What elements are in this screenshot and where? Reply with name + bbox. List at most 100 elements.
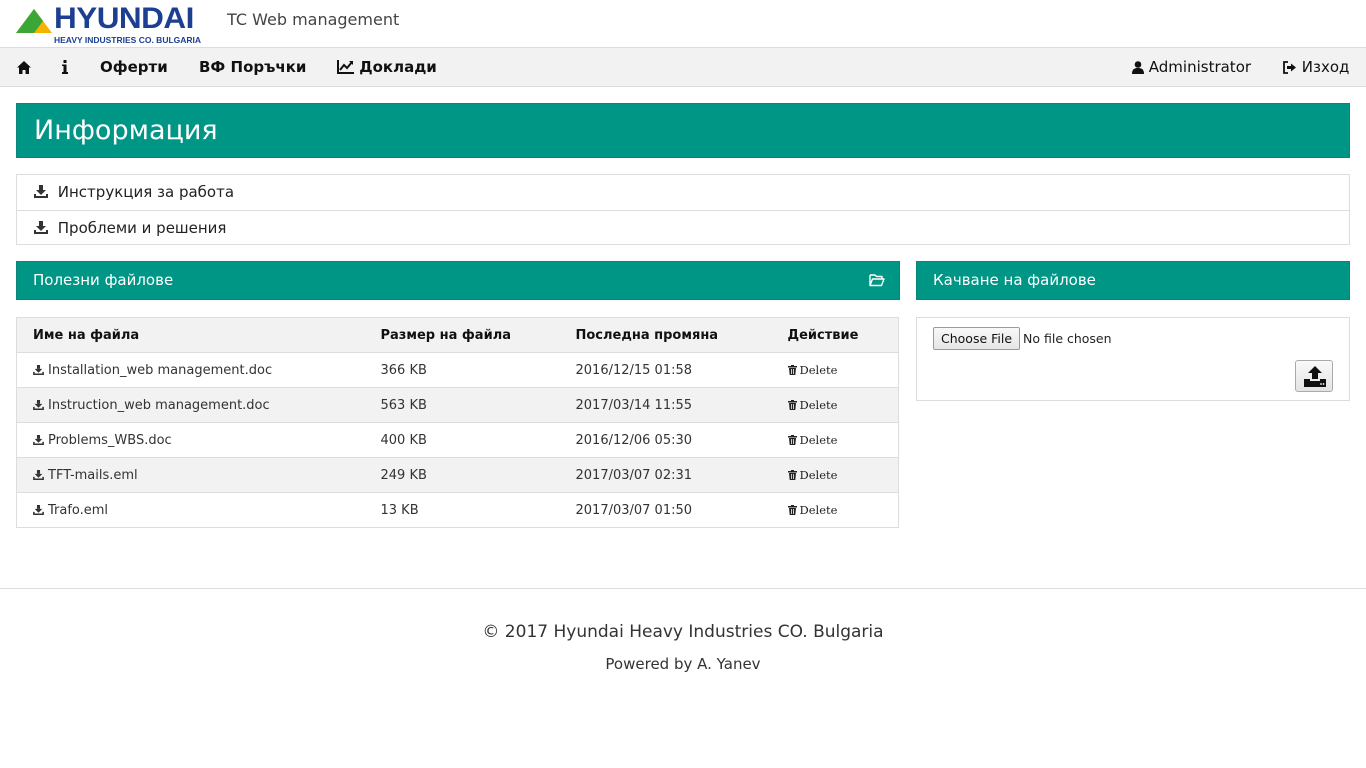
files-table: Име на файла Размер на файла Последна пр… <box>16 317 899 528</box>
upload-panel-title: Качване на файлове <box>933 271 1096 289</box>
file-download-link[interactable]: Instruction_web management.doc <box>33 398 270 413</box>
line-chart-icon <box>337 60 354 74</box>
file-size: 366 KB <box>364 352 560 388</box>
file-name-cell[interactable]: Trafo.eml <box>16 492 365 528</box>
nav-reports[interactable]: Доклади <box>337 48 437 86</box>
download-icon <box>33 399 44 410</box>
file-modified: 2017/03/07 02:31 <box>559 457 772 493</box>
file-status: No file chosen <box>1023 331 1112 346</box>
main-navbar: Оферти ВФ Поръчки Доклади Administrator … <box>0 47 1366 87</box>
delete-button[interactable]: Delete <box>787 467 838 482</box>
file-name-cell[interactable]: TFT-mails.eml <box>16 457 365 493</box>
file-action-cell: Delete <box>771 352 899 388</box>
nav-reports-label: Доклади <box>359 58 437 76</box>
upload-panel-header: Качване на файлове <box>916 261 1350 300</box>
column-header-size[interactable]: Размер на файла <box>364 317 560 353</box>
table-row: TFT-mails.eml 249 KB 2017/03/07 02:31 De… <box>16 457 899 493</box>
nav-user[interactable]: Administrator <box>1132 48 1251 86</box>
page-title: Информация <box>34 115 218 146</box>
footer-divider <box>0 588 1366 589</box>
file-download-link[interactable]: Installation_web management.doc <box>33 363 272 378</box>
nav-user-label: Administrator <box>1148 58 1252 76</box>
upload-icon <box>1304 366 1326 387</box>
delete-button[interactable]: Delete <box>787 503 837 517</box>
table-row: Problems_WBS.doc 400 KB 2016/12/06 05:30… <box>16 422 899 458</box>
trash-icon <box>787 469 797 480</box>
logo-wordmark: HYUNDAI <box>54 2 194 35</box>
file-size: 400 KB <box>364 422 560 458</box>
trash-icon <box>787 399 797 410</box>
file-download-link[interactable]: Problems_WBS.doc <box>33 433 172 448</box>
trash-icon <box>787 504 797 515</box>
file-modified: 2017/03/14 11:55 <box>559 387 772 423</box>
doc-item-label: Проблеми и решения <box>57 219 227 237</box>
trash-icon <box>787 364 797 375</box>
table-row: Instruction_web management.doc 563 KB 20… <box>16 387 899 423</box>
download-icon <box>33 469 44 480</box>
file-name: Trafo.eml <box>48 502 109 518</box>
file-name: Problems_WBS.doc <box>48 432 172 448</box>
nav-orders[interactable]: ВФ Поръчки <box>199 48 306 86</box>
table-header-row: Име на файла Размер на файла Последна пр… <box>16 317 899 353</box>
nav-logout-label: Изход <box>1301 58 1350 76</box>
doc-item-instructions[interactable]: Инструкция за работа <box>17 175 1349 210</box>
choose-file-button[interactable]: Choose File <box>933 327 1021 350</box>
upload-panel-body: Choose File No file chosen <box>916 317 1350 401</box>
download-icon <box>34 185 48 198</box>
delete-button[interactable]: Delete <box>787 362 838 377</box>
app-header: HYUNDAI HEAVY INDUSTRIES CO. BULGARIA TC… <box>0 0 1366 47</box>
files-panel-title: Полезни файлове <box>33 271 174 289</box>
download-icon <box>33 504 44 515</box>
file-action-cell: Delete <box>771 387 899 423</box>
footer-powered-by: Powered by A. Yanev <box>605 655 761 673</box>
nav-logout[interactable]: Изход <box>1283 48 1349 86</box>
folder-open-icon[interactable] <box>869 273 885 287</box>
file-size: 563 KB <box>364 387 560 423</box>
nav-offers[interactable]: Оферти <box>100 48 168 86</box>
delete-label: Delete <box>799 467 838 482</box>
logo-triangle-icon <box>16 9 52 33</box>
column-header-action: Действие <box>771 317 899 353</box>
table-row: Installation_web management.doc 366 KB 2… <box>16 352 899 388</box>
file-download-link[interactable]: TFT-mails.eml <box>33 468 138 483</box>
file-modified: 2016/12/06 05:30 <box>559 422 772 458</box>
nav-info[interactable] <box>62 48 68 86</box>
delete-label: Delete <box>799 397 838 412</box>
file-size: 249 KB <box>364 457 560 493</box>
file-action-cell: Delete <box>771 492 899 528</box>
delete-button[interactable]: Delete <box>787 397 838 412</box>
doc-item-label: Инструкция за работа <box>57 183 235 201</box>
file-name-cell[interactable]: Installation_web management.doc <box>16 352 365 388</box>
table-row: Trafo.eml 13 KB 2017/03/07 01:50 Delete <box>16 492 899 528</box>
file-size: 13 KB <box>364 492 560 528</box>
documents-list: Инструкция за работа Проблеми и решения <box>16 174 1350 245</box>
column-header-name[interactable]: Име на файла <box>16 317 365 353</box>
hyundai-logo[interactable]: HYUNDAI HEAVY INDUSTRIES CO. BULGARIA <box>16 2 212 45</box>
download-icon <box>33 364 44 375</box>
app-title: TC Web management <box>227 10 400 29</box>
file-name-cell[interactable]: Problems_WBS.doc <box>16 422 365 458</box>
download-icon <box>34 221 48 234</box>
nav-home[interactable] <box>17 48 31 86</box>
sign-out-icon <box>1283 61 1296 74</box>
logo-subtitle: HEAVY INDUSTRIES CO. BULGARIA <box>54 35 202 45</box>
home-icon <box>17 61 31 74</box>
upload-button[interactable] <box>1295 360 1333 392</box>
file-action-cell: Delete <box>771 457 899 493</box>
footer-copyright: © 2017 Hyundai Heavy Industries CO. Bulg… <box>482 622 884 642</box>
file-name: Instruction_web management.doc <box>48 397 270 413</box>
file-modified: 2016/12/15 01:58 <box>559 352 772 388</box>
file-name-cell[interactable]: Instruction_web management.doc <box>16 387 365 423</box>
file-modified: 2017/03/07 01:50 <box>559 492 772 528</box>
column-header-modified[interactable]: Последна промяна <box>559 317 772 353</box>
file-name: Installation_web management.doc <box>48 362 273 378</box>
user-icon <box>1132 61 1144 74</box>
trash-icon <box>787 434 797 445</box>
delete-label: Delete <box>799 362 838 377</box>
file-name: TFT-mails.eml <box>48 467 138 483</box>
page-title-panel: Информация <box>16 103 1350 158</box>
file-download-link[interactable]: Trafo.eml <box>33 503 108 518</box>
doc-item-problems[interactable]: Проблеми и решения <box>17 210 1349 245</box>
delete-label: Delete <box>799 432 838 447</box>
delete-button[interactable]: Delete <box>787 432 838 447</box>
